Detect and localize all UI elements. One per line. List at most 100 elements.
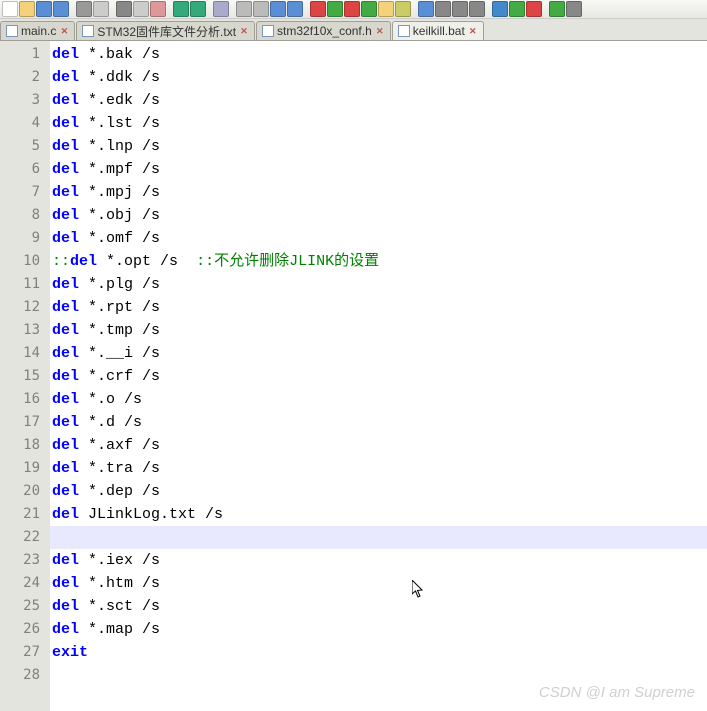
keyword: del bbox=[52, 276, 79, 293]
code-line[interactable]: del JLinkLog.txt /s bbox=[50, 503, 707, 526]
paste-icon[interactable] bbox=[150, 1, 166, 17]
keyword: del bbox=[52, 575, 79, 592]
separator bbox=[543, 1, 548, 17]
nav-fwd-icon[interactable] bbox=[287, 1, 303, 17]
code-line[interactable]: del *.d /s bbox=[50, 411, 707, 434]
code-line[interactable]: del *.ddk /s bbox=[50, 66, 707, 89]
code-line[interactable]: del *.axf /s bbox=[50, 434, 707, 457]
tool-red-icon[interactable] bbox=[310, 1, 326, 17]
file-tab[interactable]: keilkill.bat✕ bbox=[392, 21, 484, 40]
keyword: del bbox=[52, 483, 79, 500]
cut-icon[interactable] bbox=[116, 1, 132, 17]
undo-icon[interactable] bbox=[173, 1, 189, 17]
code-line[interactable] bbox=[50, 664, 707, 687]
tool-pin-icon[interactable] bbox=[395, 1, 411, 17]
code-line[interactable]: del *.dep /s bbox=[50, 480, 707, 503]
code-line[interactable]: del *.sct /s bbox=[50, 595, 707, 618]
keyword: del bbox=[52, 552, 79, 569]
tab-label: STM32固件库文件分析.txt bbox=[97, 23, 236, 40]
code-text: *.rpt /s bbox=[79, 299, 160, 316]
code-line[interactable]: ::del *.opt /s ::不允许删除JLINK的设置 bbox=[50, 250, 707, 273]
close-icon[interactable]: ✕ bbox=[375, 26, 385, 36]
tool-folder-icon[interactable] bbox=[378, 1, 394, 17]
code-line[interactable]: del *.lst /s bbox=[50, 112, 707, 135]
save-all-icon[interactable] bbox=[53, 1, 69, 17]
find-icon[interactable] bbox=[213, 1, 229, 17]
close-icon[interactable]: ✕ bbox=[59, 26, 69, 36]
save-icon[interactable] bbox=[36, 1, 52, 17]
code-line[interactable]: del *.htm /s bbox=[50, 572, 707, 595]
code-line[interactable]: del *.bak /s bbox=[50, 43, 707, 66]
code-line[interactable]: del *.mpj /s bbox=[50, 181, 707, 204]
code-editor[interactable]: del *.bak /sdel *.ddk /sdel *.edk /sdel … bbox=[50, 41, 707, 711]
code-line[interactable]: del *.edk /s bbox=[50, 89, 707, 112]
zoom-in-icon[interactable] bbox=[236, 1, 252, 17]
code-line[interactable]: del *.plg /s bbox=[50, 273, 707, 296]
marker-green-icon[interactable] bbox=[509, 1, 525, 17]
run-icon[interactable] bbox=[549, 1, 565, 17]
code-text: *.ddk /s bbox=[79, 69, 160, 86]
file-tab[interactable]: main.c✕ bbox=[0, 21, 75, 40]
separator bbox=[167, 1, 172, 17]
code-line[interactable]: del *.omf /s bbox=[50, 227, 707, 250]
preview-icon[interactable] bbox=[93, 1, 109, 17]
line-number: 25 bbox=[0, 595, 50, 618]
keyword: del bbox=[52, 115, 79, 132]
marker-blue-icon[interactable] bbox=[492, 1, 508, 17]
keyword: del bbox=[52, 207, 79, 224]
line-number: 5 bbox=[0, 135, 50, 158]
close-icon[interactable]: ✕ bbox=[239, 26, 249, 36]
code-line[interactable]: del *.lnp /s bbox=[50, 135, 707, 158]
file-icon bbox=[262, 25, 274, 37]
print-icon[interactable] bbox=[76, 1, 92, 17]
file-tab[interactable]: STM32固件库文件分析.txt✕ bbox=[76, 21, 255, 40]
wrap-icon[interactable] bbox=[469, 1, 485, 17]
code-text: *.obj /s bbox=[79, 207, 160, 224]
comment-prefix: :: bbox=[52, 253, 70, 270]
separator bbox=[304, 1, 309, 17]
gear-icon[interactable] bbox=[566, 1, 582, 17]
code-line[interactable]: del *.o /s bbox=[50, 388, 707, 411]
zoom-out-icon[interactable] bbox=[253, 1, 269, 17]
code-text: *.mpf /s bbox=[79, 161, 160, 178]
copy-icon[interactable] bbox=[133, 1, 149, 17]
code-line[interactable]: del *.iex /s bbox=[50, 549, 707, 572]
code-text: *.iex /s bbox=[79, 552, 160, 569]
code-line[interactable]: exit bbox=[50, 641, 707, 664]
code-line[interactable]: del *.tra /s bbox=[50, 457, 707, 480]
code-text: *.mpj /s bbox=[79, 184, 160, 201]
close-icon[interactable]: ✕ bbox=[468, 26, 478, 36]
code-line[interactable]: del *.tmp /s bbox=[50, 319, 707, 342]
tool-green-icon[interactable] bbox=[327, 1, 343, 17]
redo-icon[interactable] bbox=[190, 1, 206, 17]
tool-green2-icon[interactable] bbox=[361, 1, 377, 17]
separator bbox=[412, 1, 417, 17]
code-text: *.tra /s bbox=[79, 460, 160, 477]
code-text: *.lnp /s bbox=[79, 138, 160, 155]
code-line[interactable]: del *.obj /s bbox=[50, 204, 707, 227]
code-line[interactable]: del *.crf /s bbox=[50, 365, 707, 388]
tool-red2-icon[interactable] bbox=[344, 1, 360, 17]
line-number: 22 bbox=[0, 526, 50, 549]
line-number: 15 bbox=[0, 365, 50, 388]
code-text: *.crf /s bbox=[79, 368, 160, 385]
open-icon[interactable] bbox=[19, 1, 35, 17]
code-text: *.edk /s bbox=[79, 92, 160, 109]
code-line[interactable]: del *.mpf /s bbox=[50, 158, 707, 181]
list-icon[interactable] bbox=[418, 1, 434, 17]
file-tab[interactable]: stm32f10x_conf.h✕ bbox=[256, 21, 391, 40]
new-file-icon[interactable] bbox=[2, 1, 18, 17]
nav-back-icon[interactable] bbox=[270, 1, 286, 17]
code-line[interactable] bbox=[50, 526, 707, 549]
line-number: 28 bbox=[0, 664, 50, 687]
line-number: 16 bbox=[0, 388, 50, 411]
code-text: *.opt /s bbox=[97, 253, 196, 270]
line-number: 21 bbox=[0, 503, 50, 526]
code-line[interactable]: del *.rpt /s bbox=[50, 296, 707, 319]
line-number: 24 bbox=[0, 572, 50, 595]
toggle-icon[interactable] bbox=[452, 1, 468, 17]
hex-icon[interactable] bbox=[435, 1, 451, 17]
code-line[interactable]: del *.__i /s bbox=[50, 342, 707, 365]
code-line[interactable]: del *.map /s bbox=[50, 618, 707, 641]
marker-red-icon[interactable] bbox=[526, 1, 542, 17]
